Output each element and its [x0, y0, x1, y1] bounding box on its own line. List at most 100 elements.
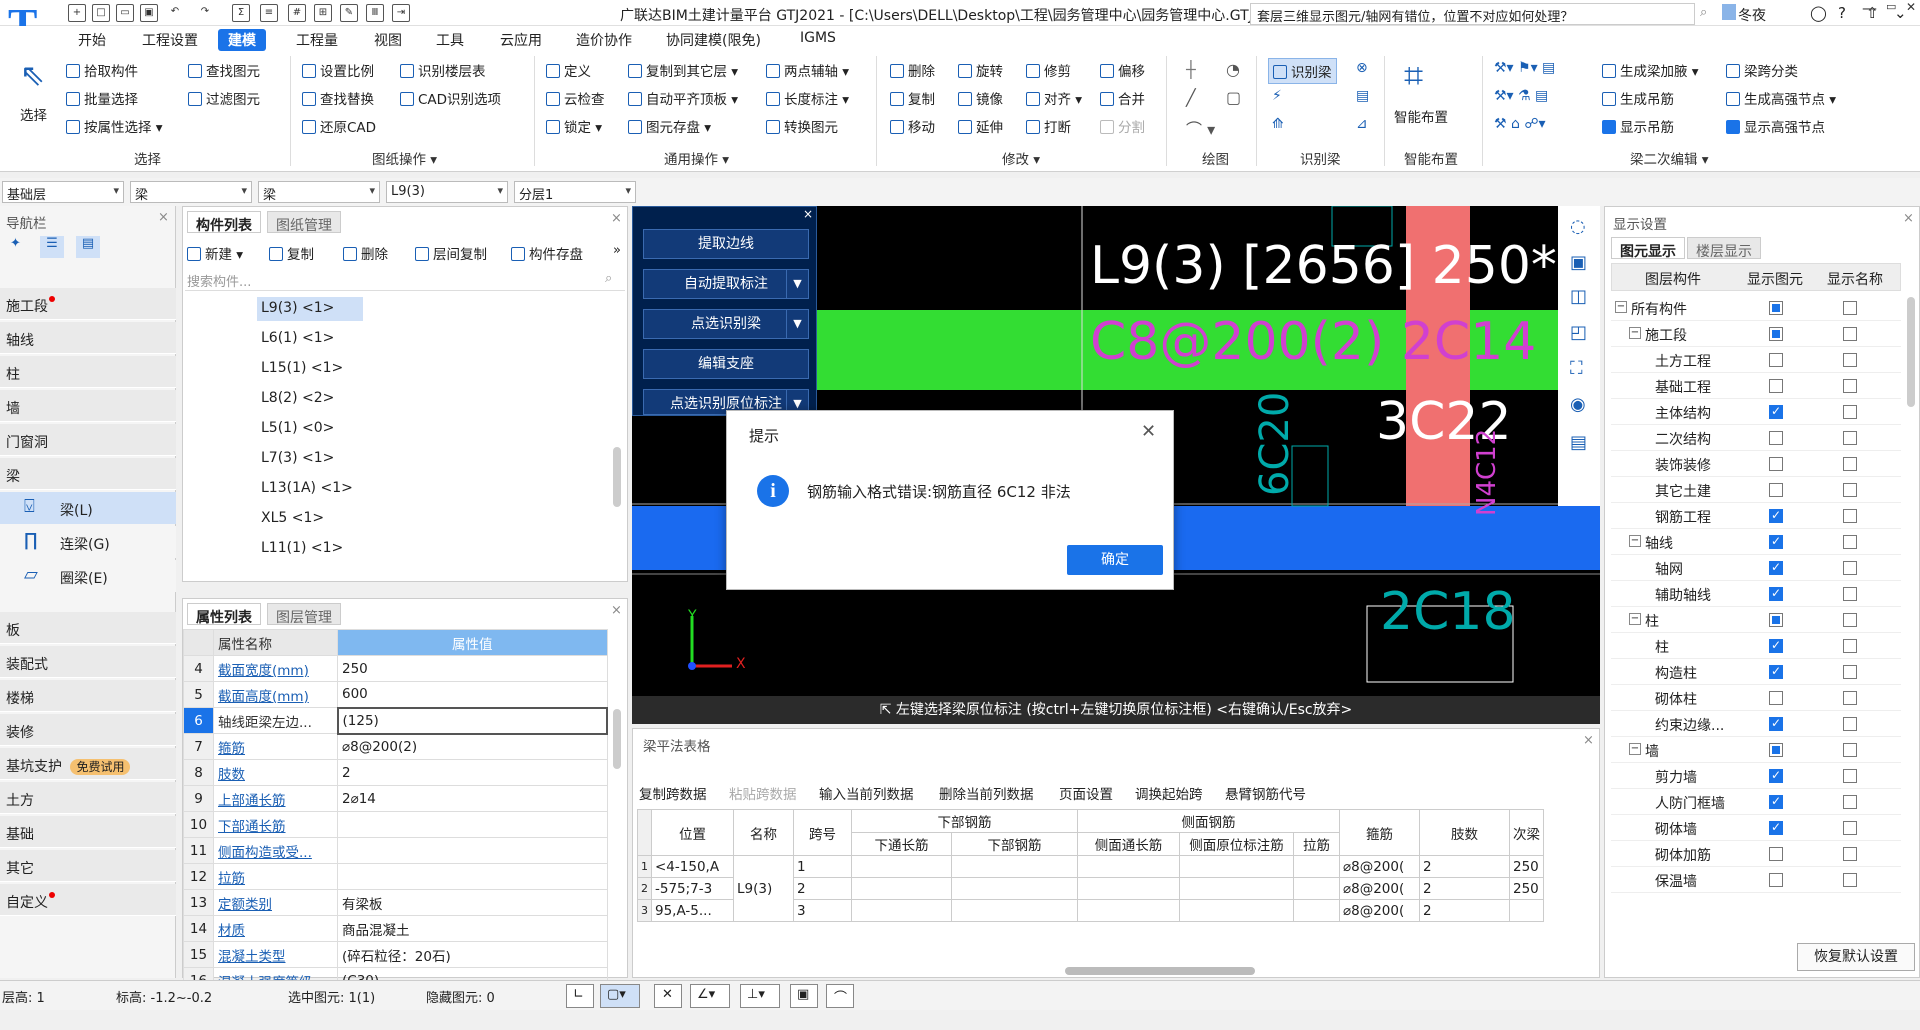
floor-select[interactable]: 基础层 [2, 181, 124, 203]
chart-icon[interactable]: ⊞ [314, 4, 332, 22]
rotate-point-icon[interactable]: ◔ [1226, 60, 1240, 79]
show-name-checkbox[interactable] [1843, 821, 1857, 835]
filter-element-button[interactable]: 过滤图元 [188, 88, 260, 108]
fit-icon[interactable]: ⛶ [1570, 358, 1583, 379]
menu-igms[interactable]: IGMS [790, 29, 846, 47]
beam-span-class-button[interactable]: 梁跨分类 [1726, 60, 1798, 80]
property-name[interactable]: 轴线距梁左边... [213, 707, 338, 734]
two-point-axis-button[interactable]: 两点辅轴 ▾ [766, 60, 849, 80]
copy-button[interactable]: 复制 [890, 88, 935, 108]
show-element-checkbox[interactable] [1769, 638, 1783, 653]
smart-layout-icon[interactable]: ⌗ [1404, 56, 1423, 96]
show-element-checkbox[interactable] [1769, 743, 1783, 757]
close-icon[interactable]: ✕ [1141, 421, 1156, 442]
save-icon[interactable]: ▣ [140, 4, 158, 22]
notes-icon[interactable]: ▤ [1570, 432, 1587, 453]
menu-quantity[interactable]: 工程量 [286, 29, 348, 51]
nav-item-foundation[interactable]: 基础 [0, 816, 176, 848]
component-save-button[interactable]: 构件存盘 [511, 243, 583, 263]
tab-property-list[interactable]: 属性列表 [187, 603, 261, 626]
generate-node-button[interactable]: 生成高强节点 ▾ [1726, 88, 1836, 108]
line-icon[interactable]: ╱ [1186, 88, 1196, 107]
list-item[interactable]: XL5 <1> [257, 507, 363, 531]
property-value[interactable]: 2 [337, 759, 608, 786]
beam-check-icon[interactable]: ⚡ [1272, 88, 1282, 104]
tab-drawing-manage[interactable]: 图纸管理 [267, 211, 341, 234]
delete-button[interactable]: 删除 [890, 60, 935, 80]
nav-item-other[interactable]: 其它 [0, 850, 176, 882]
recognize-floor-table-button[interactable]: 识别楼层表 [400, 60, 486, 80]
property-name[interactable]: 材质 [213, 915, 338, 942]
list-item[interactable]: L9(3) <1> [257, 297, 363, 321]
menu-view[interactable]: 视图 [364, 29, 412, 51]
extract-edge-button[interactable]: 提取边线 [643, 229, 809, 259]
cursor-icon[interactable]: ⇖ [20, 58, 45, 93]
show-hanger-checkbox[interactable]: 显示吊筋 [1602, 116, 1674, 136]
show-name-checkbox[interactable] [1843, 457, 1857, 471]
show-element-checkbox[interactable] [1769, 560, 1783, 575]
find-replace-button[interactable]: 查找替换 [302, 88, 374, 108]
subtype-select[interactable]: 梁 [258, 181, 380, 203]
dimension-icon[interactable]: ⊥▾ [740, 984, 780, 1008]
show-element-checkbox[interactable] [1769, 301, 1783, 315]
show-name-checkbox[interactable] [1843, 561, 1857, 575]
property-value[interactable]: (碎石粒径：20石) [337, 941, 608, 968]
open-file-icon[interactable]: □ [92, 4, 110, 22]
angle-icon[interactable]: ∠▾ [690, 984, 730, 1008]
move-button[interactable]: 移动 [890, 116, 935, 136]
chevron-down-icon[interactable]: ▼ [786, 310, 808, 338]
property-name[interactable]: 混凝土类型 [213, 941, 338, 968]
expand-toggle[interactable]: − [1629, 327, 1641, 339]
recognize-beam-button[interactable]: 识别梁 [1268, 58, 1337, 84]
property-value[interactable]: 600 [337, 681, 608, 708]
list-item[interactable]: L8(2) <2> [257, 387, 363, 411]
property-value[interactable] [337, 863, 608, 890]
nav-item-decoration[interactable]: 装修 [0, 714, 176, 746]
list-item[interactable]: L7(3) <1> [257, 447, 363, 471]
show-element-checkbox[interactable] [1769, 353, 1783, 367]
cad-options-button[interactable]: CAD识别选项 [400, 88, 501, 108]
property-value[interactable]: 商品混凝土 [337, 915, 608, 942]
tab-floor-display[interactable]: 楼层显示 [1687, 237, 1761, 260]
property-value[interactable] [337, 811, 608, 838]
nav-item-slab[interactable]: 板 [0, 612, 176, 644]
copy-to-floor-button[interactable]: 复制到其它层 ▾ [628, 60, 738, 80]
restore-cad-button[interactable]: 还原CAD [302, 116, 376, 136]
property-value[interactable]: (125) [336, 706, 608, 735]
align-button[interactable]: 对齐 ▾ [1026, 88, 1082, 108]
show-element-checkbox[interactable] [1769, 431, 1783, 445]
3d-icon[interactable]: ▣ [1570, 252, 1587, 273]
batch-select-button[interactable]: 批量选择 [66, 88, 138, 108]
property-name[interactable]: 侧面构造或受... [213, 837, 338, 864]
menu-collab[interactable]: 协同建模(限免) [656, 29, 771, 51]
merge-button[interactable]: 合并 [1100, 88, 1145, 108]
list-view-icon[interactable]: ☰ [40, 236, 64, 258]
export-icon[interactable]: ⇥ [392, 4, 410, 22]
save-element-button[interactable]: 图元存盘 ▾ [628, 116, 711, 136]
show-element-checkbox[interactable] [1769, 613, 1783, 627]
nav-item-construction-stage[interactable]: 施工段 [0, 288, 176, 320]
nav-item-pit-support[interactable]: 基坑支护 免费试用 [0, 748, 176, 780]
menu-project-settings[interactable]: 工程设置 [132, 29, 208, 51]
minimize-button[interactable]: — [1862, 0, 1877, 17]
chat-icon[interactable]: ◯ [1810, 4, 1827, 22]
search-icon[interactable]: ⌕ [1700, 5, 1707, 20]
more-icon[interactable]: » [613, 243, 621, 258]
edit3-icon[interactable]: ⚒ ⌂ ☍▾ [1494, 116, 1546, 132]
trim-button[interactable]: 修剪 [1026, 60, 1071, 80]
nav-item-custom[interactable]: 自定义 [0, 884, 176, 916]
scrollbar[interactable] [613, 709, 621, 769]
list-item[interactable]: L5(1) <0> [257, 417, 363, 441]
show-name-checkbox[interactable] [1843, 795, 1857, 809]
show-name-checkbox[interactable] [1843, 873, 1857, 887]
show-element-checkbox[interactable] [1769, 534, 1783, 549]
nav-item-door-window[interactable]: 门窗洞 [0, 424, 176, 456]
menu-start[interactable]: 开始 [68, 29, 116, 51]
show-name-checkbox[interactable] [1843, 535, 1857, 549]
edit2-icon[interactable]: ⚒▾ ⚗ ▤ [1494, 88, 1548, 104]
length-dim-button[interactable]: 长度标注 ▾ [766, 88, 849, 108]
pin-icon[interactable]: ✦ [10, 236, 30, 258]
grid-icon[interactable]: # [288, 4, 306, 22]
show-name-checkbox[interactable] [1843, 691, 1857, 705]
scrollbar[interactable] [1907, 297, 1915, 407]
